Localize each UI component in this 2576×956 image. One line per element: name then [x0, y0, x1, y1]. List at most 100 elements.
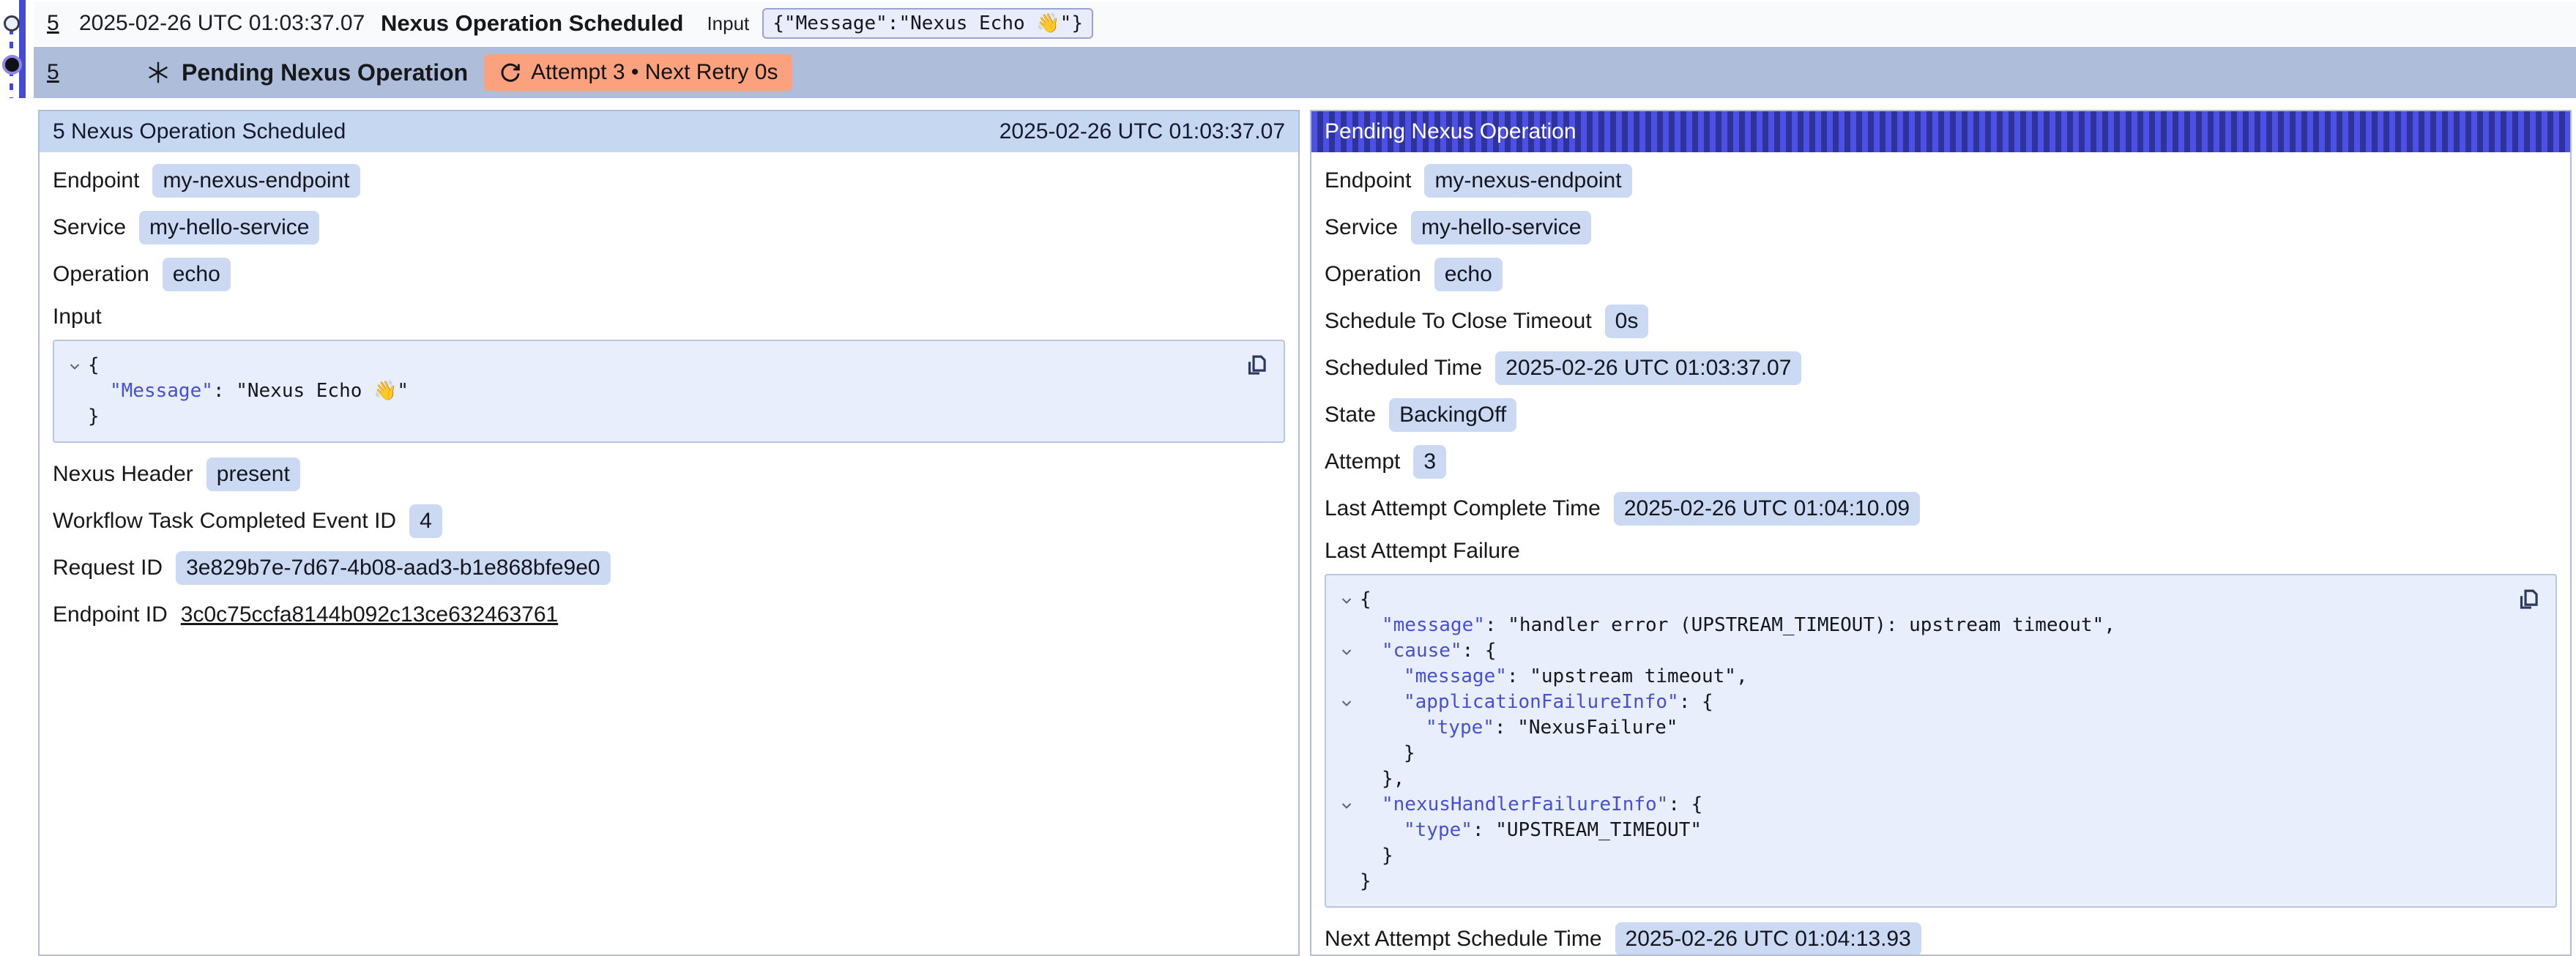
field-row-endpoint: Endpointmy-nexus-endpoint — [53, 164, 1285, 198]
failure-section-label: Last Attempt Failure — [1325, 539, 2557, 564]
event-row-nexus-operation-scheduled[interactable]: 5 2025-02-26 UTC 01:03:37.07 Nexus Opera… — [34, 1, 2576, 45]
panel-timestamp: 2025-02-26 UTC 01:03:37.07 — [999, 119, 1285, 144]
field-value-badge: 2025-02-26 UTC 01:04:10.09 — [1614, 492, 1920, 526]
code-line: "type": "UPSTREAM_TIMEOUT" — [1333, 818, 2512, 843]
collapse-chevron-icon[interactable] — [1333, 792, 1360, 818]
code-line: "type": "NexusFailure" — [1333, 715, 2512, 741]
scheduled-event-panel-header: 5 Nexus Operation Scheduled 2025-02-26 U… — [40, 111, 1298, 152]
field-row-request-id: Request ID3e829b7e-7d67-4b08-aad3-b1e868… — [53, 551, 1285, 585]
code-text: "cause": { — [1360, 638, 1497, 664]
input-json-block: {"Message": "Nexus Echo 👋"} — [53, 340, 1285, 443]
code-gutter-spacer — [1333, 843, 1360, 869]
field-row-attempt: Attempt 3 — [1325, 445, 2557, 479]
field-row-endpoint-id: Endpoint ID 3c0c75ccfa8144b092c13ce632463… — [53, 598, 1285, 632]
field-value-badge: my-nexus-endpoint — [1424, 164, 1631, 198]
code-gutter-spacer — [1333, 869, 1360, 895]
field-label: Endpoint ID — [53, 602, 168, 627]
code-gutter-spacer — [1333, 715, 1360, 741]
event-id-link[interactable]: 5 — [47, 11, 69, 36]
field-value-badge: 2025-02-26 UTC 01:04:13.93 — [1615, 922, 1921, 956]
copy-button[interactable] — [2514, 586, 2542, 613]
code-text: { — [1360, 587, 1371, 613]
field-value-badge: my-hello-service — [1411, 211, 1591, 244]
code-text: "nexusHandlerFailureInfo": { — [1360, 792, 1702, 818]
input-section-label: Input — [53, 305, 1285, 329]
field-value-link[interactable]: 3c0c75ccfa8144b092c13ce632463761 — [181, 602, 558, 627]
field-label: Operation — [53, 262, 149, 287]
field-label: Nexus Header — [53, 462, 193, 487]
code-line: "message": "upstream timeout", — [1333, 664, 2512, 690]
field-row-workflow-task-completed-event-id: Workflow Task Completed Event ID4 — [53, 504, 1285, 538]
timeline-event-node-icon — [4, 15, 20, 31]
event-id-link[interactable]: 5 — [47, 60, 69, 85]
panel-title: Pending Nexus Operation — [1325, 119, 1577, 144]
timeline-gutter — [0, 0, 34, 110]
scheduled-fields-top: Endpointmy-nexus-endpoint Servicemy-hello… — [53, 164, 1285, 291]
code-gutter-spacer — [1333, 613, 1360, 638]
retry-status-badge: Attempt 3 • Next Retry 0s — [484, 54, 792, 91]
code-text: } — [1360, 869, 1371, 895]
code-line: "applicationFailureInfo": { — [1333, 690, 2512, 715]
code-text: } — [1360, 843, 1393, 869]
code-text: "type": "NexusFailure" — [1360, 715, 1678, 741]
copy-icon — [2514, 586, 2542, 613]
collapse-chevron-icon[interactable] — [1333, 690, 1360, 715]
event-row-pending-nexus-operation[interactable]: 5 Pending Nexus Operation Attempt 3 • Ne… — [34, 47, 2576, 98]
field-row-state: StateBackingOff — [1325, 398, 2557, 432]
field-value-badge: my-nexus-endpoint — [152, 164, 360, 198]
code-text: { — [88, 353, 100, 378]
timeline-active-bar — [19, 0, 26, 98]
code-text: } — [88, 404, 100, 430]
field-value-badge: echo — [163, 258, 231, 291]
input-json-lines: {"Message": "Nexus Echo 👋"} — [62, 353, 1240, 430]
code-text: "message": "upstream timeout", — [1360, 664, 1748, 690]
scheduled-event-panel: 5 Nexus Operation Scheduled 2025-02-26 U… — [38, 110, 1300, 956]
field-value-badge: BackingOff — [1389, 398, 1516, 432]
retry-icon — [499, 61, 522, 84]
code-line: } — [1333, 869, 2512, 895]
field-row-operation: Operation echo — [53, 258, 1285, 291]
field-row-last-attempt-complete-time: Last Attempt Complete Time2025-02-26 UTC… — [1325, 492, 2557, 526]
code-line: { — [62, 353, 1240, 378]
event-title: Pending Nexus Operation — [182, 59, 468, 86]
field-label: Attempt — [1325, 449, 1400, 474]
code-text: } — [1360, 741, 1415, 766]
code-line: } — [1333, 741, 2512, 766]
field-label: Workflow Task Completed Event ID — [53, 509, 396, 534]
field-value-badge: 0s — [1605, 305, 1649, 338]
pending-asterisk-icon — [145, 59, 171, 86]
field-label: Next Attempt Schedule Time — [1325, 927, 1602, 952]
field-label: Service — [1325, 215, 1398, 240]
event-input-label: Input — [707, 12, 749, 35]
collapse-chevron-icon[interactable] — [1333, 638, 1360, 664]
code-gutter-spacer — [1333, 664, 1360, 690]
code-line: "cause": { — [1333, 638, 2512, 664]
field-value-badge: 2025-02-26 UTC 01:03:37.07 — [1495, 351, 1801, 385]
event-timestamp: 2025-02-26 UTC 01:03:37.07 — [79, 11, 381, 36]
field-value-badge: 3 — [1413, 445, 1446, 479]
code-gutter-spacer — [62, 404, 88, 430]
copy-button[interactable] — [1243, 351, 1270, 379]
retry-badge-text: Attempt 3 • Next Retry 0s — [531, 60, 778, 85]
field-value-badge: my-hello-service — [139, 211, 319, 244]
collapse-chevron-icon[interactable] — [62, 353, 88, 378]
collapse-chevron-icon[interactable] — [1333, 587, 1360, 613]
pending-operation-panel-body: Endpoint my-nexus-endpoint Service my-hello… — [1311, 152, 2570, 956]
code-gutter-spacer — [1333, 766, 1360, 792]
code-gutter-spacer — [1333, 818, 1360, 843]
code-line: "nexusHandlerFailureInfo": { — [1333, 792, 2512, 818]
scheduled-fields-bottom: Nexus Headerpresent Workflow Task Complet… — [53, 458, 1285, 632]
field-label: Endpoint — [1325, 168, 1411, 193]
code-gutter-spacer — [62, 378, 88, 404]
event-title: Nexus Operation Scheduled — [381, 10, 683, 37]
field-row-service: Servicemy-hello-service — [53, 211, 1285, 244]
event-input-preview-chip: {"Message":"Nexus Echo 👋"} — [762, 8, 1093, 39]
field-row-operation: Operationecho — [1325, 258, 2557, 291]
code-text: }, — [1360, 766, 1404, 792]
field-row-nexus-header: Nexus Headerpresent — [53, 458, 1285, 491]
code-text: "type": "UPSTREAM_TIMEOUT" — [1360, 818, 1702, 843]
failure-json-block: {"message": "handler error (UPSTREAM_TIM… — [1325, 574, 2557, 908]
field-row-service: Service my-hello-service — [1325, 211, 2557, 244]
field-value-badge: echo — [1434, 258, 1503, 291]
copy-icon — [1243, 351, 1270, 379]
